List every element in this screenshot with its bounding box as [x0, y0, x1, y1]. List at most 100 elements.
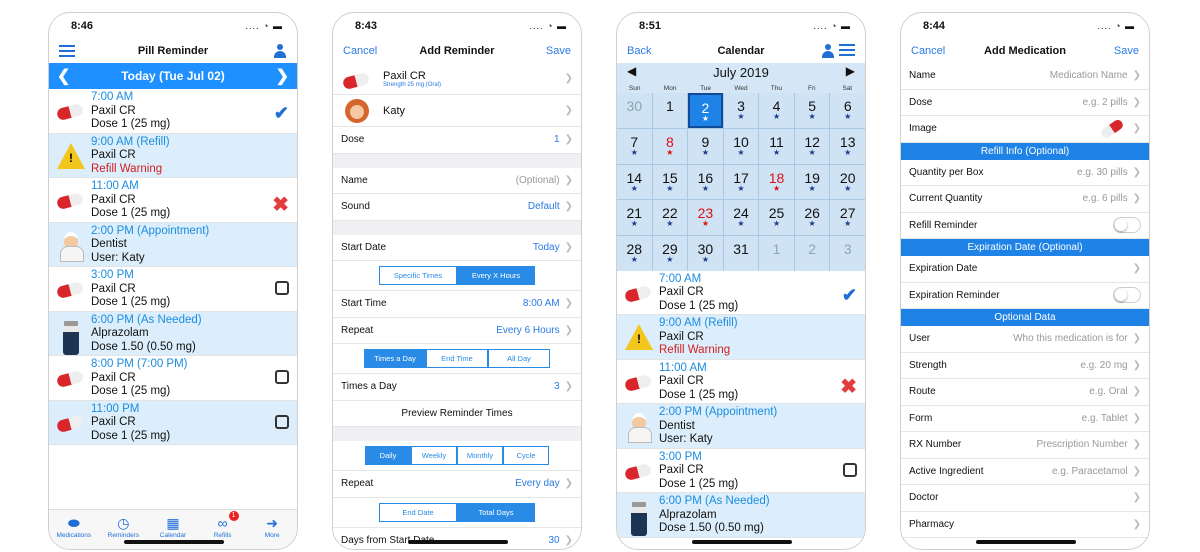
- seg-times-a-day[interactable]: Times a Day: [364, 349, 426, 368]
- reminder-row[interactable]: ! 9:00 AM (Refill) Paxil CR Refill Warning: [617, 315, 865, 360]
- x-icon[interactable]: ✖: [272, 192, 289, 217]
- form-row-pharmacy[interactable]: Pharmacy ❯: [901, 511, 1149, 538]
- calendar-day[interactable]: 5 ★: [794, 93, 830, 128]
- prev-month-icon[interactable]: ◀: [627, 64, 636, 78]
- calendar-day[interactable]: 29 ★: [652, 236, 688, 271]
- checkbox[interactable]: [275, 414, 289, 429]
- reminder-row[interactable]: 11:00 AM Paxil CR Dose 1 (25 mg) ✖: [617, 360, 865, 405]
- form-row-current-quantity[interactable]: Current Quantity e.g. 6 pills ❯: [901, 186, 1149, 213]
- form-row-refill-reminder[interactable]: Refill Reminder: [901, 212, 1149, 239]
- calendar-day[interactable]: 15 ★: [652, 164, 688, 200]
- reminder-row[interactable]: 3:00 PM Paxil CR Dose 1 (25 mg): [49, 267, 297, 312]
- reminder-row[interactable]: 8:00 PM (7:00 PM) Paxil CR Dose 1 (25 mg): [49, 356, 297, 401]
- reminder-row[interactable]: 7:00 AM Paxil CR Dose 1 (25 mg) ✔: [49, 89, 297, 134]
- form-row-form[interactable]: Form e.g. Tablet ❯: [901, 405, 1149, 432]
- menu-icon[interactable]: [839, 44, 855, 56]
- form-row-name[interactable]: Name Medication Name ❯: [901, 63, 1149, 90]
- checkmark-icon[interactable]: ✔: [842, 285, 857, 306]
- save-button[interactable]: Save: [546, 45, 571, 57]
- calendar-day[interactable]: 1: [759, 236, 794, 271]
- calendar-day[interactable]: 7 ★: [617, 128, 652, 164]
- reminder-row[interactable]: 11:00 PM Paxil CR Dose 1 (25 mg): [49, 400, 297, 445]
- calendar-day[interactable]: 3: [830, 236, 865, 271]
- calendar-day[interactable]: 3 ★: [723, 93, 759, 128]
- x-icon[interactable]: ✖: [840, 374, 857, 399]
- reminder-row[interactable]: 2:00 PM (Appointment) Dentist User: Katy: [617, 404, 865, 449]
- checkbox[interactable]: [843, 462, 857, 477]
- seg-all-day[interactable]: All Day: [488, 349, 550, 368]
- cancel-button[interactable]: Cancel: [343, 45, 377, 57]
- seg-every-x-hours[interactable]: Every X Hours: [457, 266, 535, 285]
- sound-row[interactable]: Sound Default ❯: [333, 194, 581, 221]
- checkbox-wrap[interactable]: [275, 281, 289, 300]
- start-time-row[interactable]: Start Time 8:00 AM ❯: [333, 291, 581, 318]
- user-icon[interactable]: [821, 44, 835, 58]
- tab-medications[interactable]: ⬬ Medications: [52, 514, 96, 549]
- form-row-expiration-reminder[interactable]: Expiration Reminder: [901, 282, 1149, 309]
- calendar-day[interactable]: 23 ★: [688, 200, 723, 236]
- form-row-doctor[interactable]: Doctor ❯: [901, 485, 1149, 512]
- calendar-day[interactable]: 21 ★: [617, 200, 652, 236]
- calendar-day[interactable]: 10 ★: [723, 128, 759, 164]
- calendar-day[interactable]: 1: [652, 93, 688, 128]
- start-date-row[interactable]: Start Date Today ❯: [333, 234, 581, 261]
- reminder-row[interactable]: 3:00 PM Paxil CR Dose 1 (25 mg): [617, 449, 865, 494]
- calendar-day[interactable]: 22 ★: [652, 200, 688, 236]
- chevron-left-icon[interactable]: ❮: [57, 66, 70, 86]
- user-row[interactable]: Katy ❯: [333, 95, 581, 127]
- calendar-day[interactable]: 31: [723, 236, 759, 271]
- calendar-day[interactable]: 26 ★: [794, 200, 830, 236]
- next-month-icon[interactable]: ▶: [846, 64, 855, 78]
- seg-monthly[interactable]: Monthly: [457, 446, 503, 465]
- seg-cycle[interactable]: Cycle: [503, 446, 549, 465]
- repeat-frequency-row[interactable]: Repeat Every day ❯: [333, 471, 581, 498]
- calendar-day[interactable]: 16 ★: [688, 164, 723, 200]
- seg-total-days[interactable]: Total Days: [457, 502, 535, 522]
- calendar-day[interactable]: 13 ★: [830, 128, 865, 164]
- calendar-day[interactable]: 30 ★: [688, 236, 723, 271]
- seg-weekly[interactable]: Weekly: [411, 446, 457, 465]
- reminder-row[interactable]: ! 9:00 AM (Refill) Paxil CR Refill Warning: [49, 133, 297, 178]
- user-icon[interactable]: [273, 44, 287, 58]
- checkbox[interactable]: [275, 370, 289, 384]
- form-row-image[interactable]: Image ❯: [901, 116, 1149, 143]
- seg-end-date[interactable]: End Date: [379, 502, 457, 522]
- form-row-rx-number[interactable]: RX Number Prescription Number ❯: [901, 432, 1149, 459]
- reminder-row[interactable]: 2:00 PM (Appointment) Dentist User: Katy: [49, 222, 297, 267]
- calendar-day[interactable]: 11 ★: [759, 128, 794, 164]
- checkbox-wrap[interactable]: [843, 462, 857, 482]
- reminder-row[interactable]: 6:00 PM (As Needed) Alprazolam Dose 1.50 (…: [49, 311, 297, 356]
- calendar-day[interactable]: 9 ★: [688, 128, 723, 164]
- dose-row[interactable]: Dose 1 ❯: [333, 127, 581, 154]
- seg-end-time[interactable]: End Time: [426, 349, 488, 368]
- calendar-day[interactable]: 28 ★: [617, 236, 652, 271]
- repeat-row[interactable]: Repeat Every 6 Hours ❯: [333, 317, 581, 344]
- preview-reminder-times-button[interactable]: Preview Reminder Times: [333, 401, 581, 427]
- cancel-button[interactable]: Cancel: [911, 45, 945, 57]
- toggle-switch[interactable]: [1113, 217, 1141, 234]
- form-row-strength[interactable]: Strength e.g. 20 mg ❯: [901, 352, 1149, 379]
- times-a-day-row[interactable]: Times a Day 3 ❯: [333, 374, 581, 401]
- toggle-switch[interactable]: [1113, 287, 1141, 304]
- calendar-day[interactable]: 17 ★: [723, 164, 759, 200]
- form-row-dose[interactable]: Dose e.g. 2 pills ❯: [901, 89, 1149, 116]
- calendar-day[interactable]: 12 ★: [794, 128, 830, 164]
- calendar-day[interactable]: 30: [617, 93, 652, 128]
- save-button[interactable]: Save: [1114, 45, 1139, 57]
- medication-row[interactable]: Paxil CR Strength 25 mg (Oral) ❯: [333, 63, 581, 95]
- reminder-row[interactable]: 7:00 AM Paxil CR Dose 1 (25 mg) ✔: [617, 271, 865, 316]
- checkmark-icon[interactable]: ✔: [274, 103, 289, 124]
- calendar-day[interactable]: 14 ★: [617, 164, 652, 200]
- back-button[interactable]: Back: [627, 45, 651, 57]
- seg-daily[interactable]: Daily: [365, 446, 411, 465]
- tab-more[interactable]: ➜ More: [250, 514, 294, 549]
- seg-specific-times[interactable]: Specific Times: [379, 266, 457, 285]
- chevron-right-icon[interactable]: ❯: [276, 66, 289, 86]
- form-row-user[interactable]: User Who this medication is for ❯: [901, 326, 1149, 353]
- calendar-day[interactable]: 8 ★: [652, 128, 688, 164]
- form-row-quantity-per-box[interactable]: Quantity per Box e.g. 30 pills ❯: [901, 159, 1149, 186]
- calendar-day[interactable]: 24 ★: [723, 200, 759, 236]
- calendar-day[interactable]: 18 ★: [759, 164, 794, 200]
- calendar-day[interactable]: 20 ★: [830, 164, 865, 200]
- reminder-row[interactable]: 11:00 AM Paxil CR Dose 1 (25 mg) ✖: [49, 178, 297, 223]
